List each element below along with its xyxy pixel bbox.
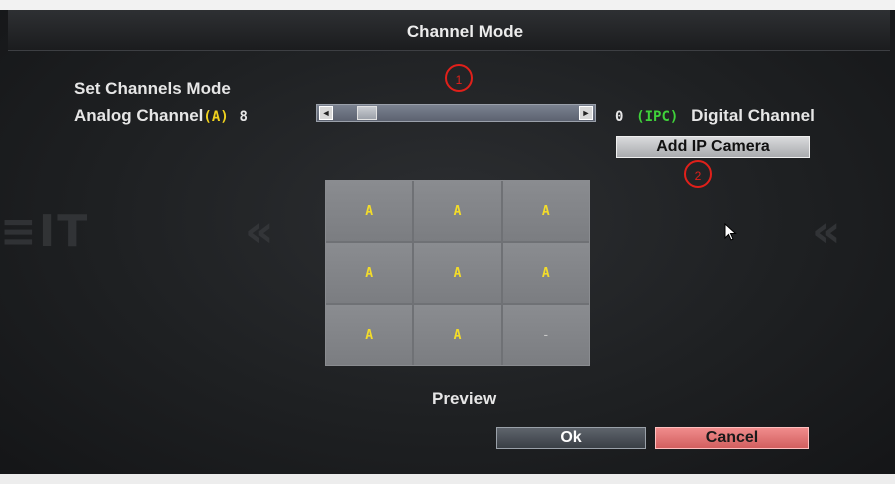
analog-badge: (A) (203, 109, 229, 125)
digital-count: 0 (615, 109, 624, 125)
digital-channel-label: Digital Channel (691, 106, 815, 125)
title-bar: Channel Mode (8, 10, 890, 51)
annotation-marker-1: 1 (445, 64, 473, 92)
preview-label: Preview (432, 389, 497, 408)
slider-thumb[interactable] (357, 106, 378, 120)
channel-mode-slider[interactable]: ◄ ► (316, 104, 596, 122)
watermark-right: « (812, 206, 843, 257)
preview-cell-7: A (326, 305, 413, 365)
cancel-button[interactable]: Cancel (655, 427, 809, 449)
top-border (0, 0, 895, 10)
analog-channel-label: Analog Channel (74, 106, 204, 125)
preview-cell-5: A (414, 243, 501, 303)
analog-count: 8 (239, 109, 248, 125)
add-ip-camera-button[interactable]: Add IP Camera (616, 136, 810, 158)
digital-channel-row: 0 (IPC) Digital Channel (615, 106, 815, 126)
slider-right-arrow-icon[interactable]: ► (579, 106, 593, 120)
preview-cell-1: A (326, 181, 413, 241)
slider-left-arrow-icon[interactable]: ◄ (319, 106, 333, 120)
dvr-screen: ≡IT « « Channel Mode Set Channels Mode 1… (0, 0, 895, 484)
ok-button[interactable]: Ok (496, 427, 646, 449)
bottom-border (0, 474, 895, 484)
dialog-title: Channel Mode (406, 22, 524, 41)
watermark-left: ≡IT (0, 206, 90, 257)
preview-cell-9: - (502, 305, 589, 365)
preview-cell-4: A (326, 243, 413, 303)
annotation-marker-2: 2 (684, 160, 712, 188)
preview-cell-2: A (414, 181, 501, 241)
digital-badge: (IPC) (636, 109, 679, 125)
analog-channel-row: Analog Channel(A) 8 (74, 106, 248, 126)
preview-cell-8: A (414, 305, 501, 365)
preview-cell-3: A (502, 181, 589, 241)
watermark-center: « (245, 206, 276, 257)
preview-grid: A A A A A A A A - (325, 180, 590, 366)
mouse-pointer-icon (724, 223, 737, 241)
set-channels-mode-label: Set Channels Mode (74, 79, 231, 98)
preview-cell-6: A (502, 243, 589, 303)
